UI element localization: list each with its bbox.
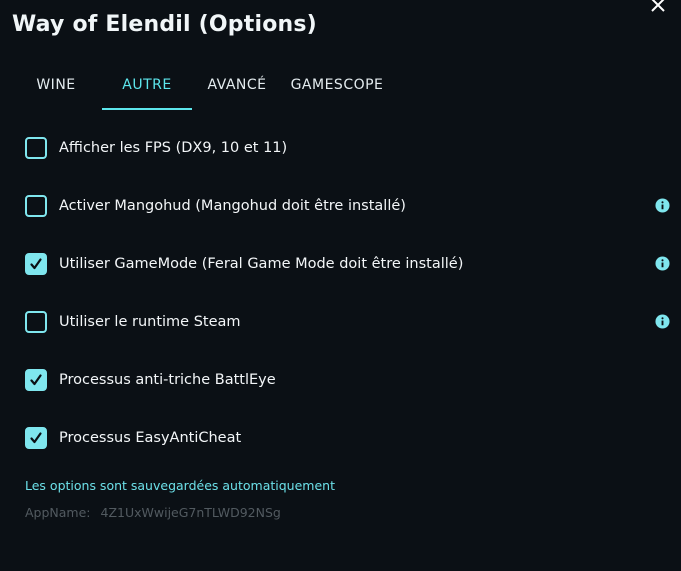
show-fps-checkbox[interactable] [25,137,47,159]
tab-autre[interactable]: AUTRE [102,66,192,110]
option-mangohud[interactable]: Activer Mangohud (Mangohud doit être ins… [25,193,670,219]
tab-gamescope[interactable]: GAMESCOPE [282,66,392,110]
info-icon[interactable] [655,256,670,271]
battleye-checkbox[interactable] [25,369,47,391]
option-label: Processus anti-triche BattlEye [59,372,276,388]
checkmark-icon [30,374,42,386]
tab-avance[interactable]: AVANCÉ [192,66,282,110]
appname-label: AppName: [25,505,91,520]
window-title: Way of Elendil (Options) [12,12,317,37]
tab-bar: WINE AUTRE AVANCÉ GAMESCOPE [24,66,392,110]
easyanticheat-checkbox[interactable] [25,427,47,449]
option-label: Activer Mangohud (Mangohud doit être ins… [59,198,406,214]
close-icon[interactable] [647,0,669,16]
autosave-note: Les options sont sauvegardées automatiqu… [25,478,335,493]
option-label: Afficher les FPS (DX9, 10 et 11) [59,140,288,156]
info-icon[interactable] [655,314,670,329]
option-label: Processus EasyAntiCheat [59,430,242,446]
steam-runtime-checkbox[interactable] [25,311,47,333]
info-icon[interactable] [655,198,670,213]
option-gamemode[interactable]: Utiliser GameMode (Feral Game Mode doit … [25,251,670,277]
option-label: Utiliser GameMode (Feral Game Mode doit … [59,256,464,272]
option-steam-runtime[interactable]: Utiliser le runtime Steam [25,309,670,335]
mangohud-checkbox[interactable] [25,195,47,217]
checkmark-icon [30,258,42,270]
option-show-fps[interactable]: Afficher les FPS (DX9, 10 et 11) [25,135,670,161]
option-battleye[interactable]: Processus anti-triche BattlEye [25,367,670,393]
appname-info: AppName: 4Z1UxWwijeG7nTLWD92NSg [25,505,281,520]
option-label: Utiliser le runtime Steam [59,314,241,330]
appname-value: 4Z1UxWwijeG7nTLWD92NSg [100,505,281,520]
checkmark-icon [30,432,42,444]
gamemode-checkbox[interactable] [25,253,47,275]
option-easyanticheat[interactable]: Processus EasyAntiCheat [25,425,670,451]
tab-wine[interactable]: WINE [24,66,88,110]
